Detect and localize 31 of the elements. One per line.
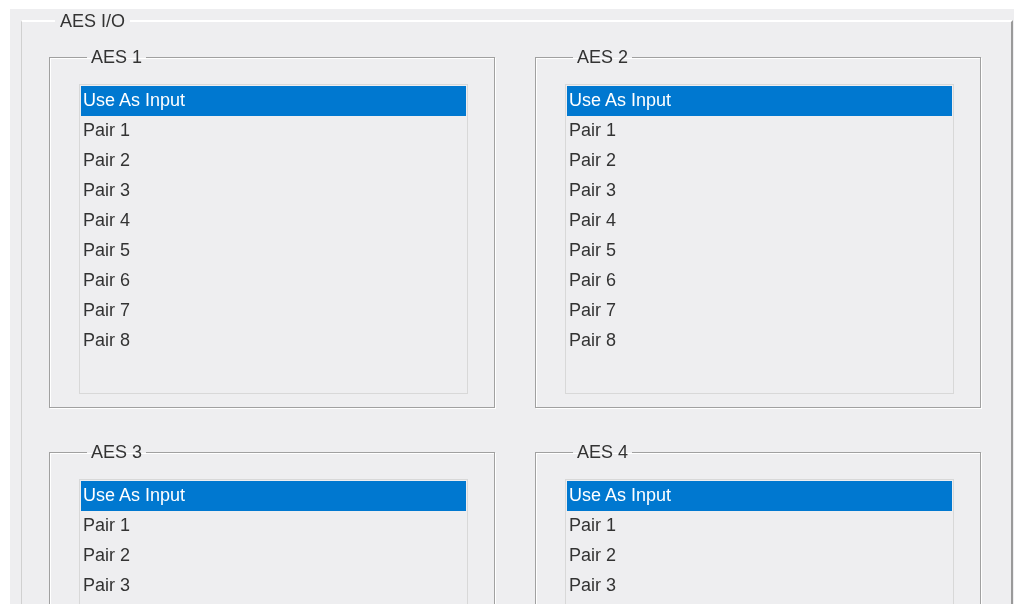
- list-item[interactable]: Pair 4: [567, 206, 952, 236]
- list-item[interactable]: Pair 7: [567, 296, 952, 326]
- list-item[interactable]: Pair 1: [567, 511, 952, 541]
- group-title: AES 1: [90, 47, 144, 67]
- list-item[interactable]: Pair 2: [81, 541, 466, 571]
- list-item[interactable]: Pair 1: [81, 116, 466, 146]
- group-title: AES 4: [576, 442, 630, 462]
- list-item[interactable]: Pair 1: [81, 511, 466, 541]
- list-item[interactable]: Use As Input: [567, 86, 952, 116]
- list-item[interactable]: Pair 2: [567, 541, 952, 571]
- list-item[interactable]: Pair 8: [567, 326, 952, 356]
- list-item[interactable]: Pair 7: [81, 296, 466, 326]
- list-item[interactable]: Use As Input: [81, 86, 466, 116]
- list-item[interactable]: Pair 5: [81, 236, 466, 266]
- list-item[interactable]: Pair 2: [567, 146, 952, 176]
- list-item[interactable]: Pair 3: [81, 571, 466, 601]
- list-item[interactable]: Use As Input: [81, 481, 466, 511]
- list-item[interactable]: Pair 6: [567, 266, 952, 296]
- group-title: AES 2: [576, 47, 630, 67]
- list-item[interactable]: Pair 3: [567, 176, 952, 206]
- list-item[interactable]: Pair 2: [81, 146, 466, 176]
- list-item[interactable]: Pair 6: [81, 266, 466, 296]
- list-item[interactable]: Pair 5: [567, 236, 952, 266]
- list-item[interactable]: Pair 3: [81, 176, 466, 206]
- list-item[interactable]: Use As Input: [567, 481, 952, 511]
- group-title: AES I/O: [59, 11, 127, 31]
- list-item[interactable]: Pair 8: [81, 326, 466, 356]
- list-item[interactable]: Pair 4: [81, 206, 466, 236]
- list-item[interactable]: Pair 1: [567, 116, 952, 146]
- list-item[interactable]: Pair 3: [567, 571, 952, 601]
- group-title: AES 3: [90, 442, 144, 462]
